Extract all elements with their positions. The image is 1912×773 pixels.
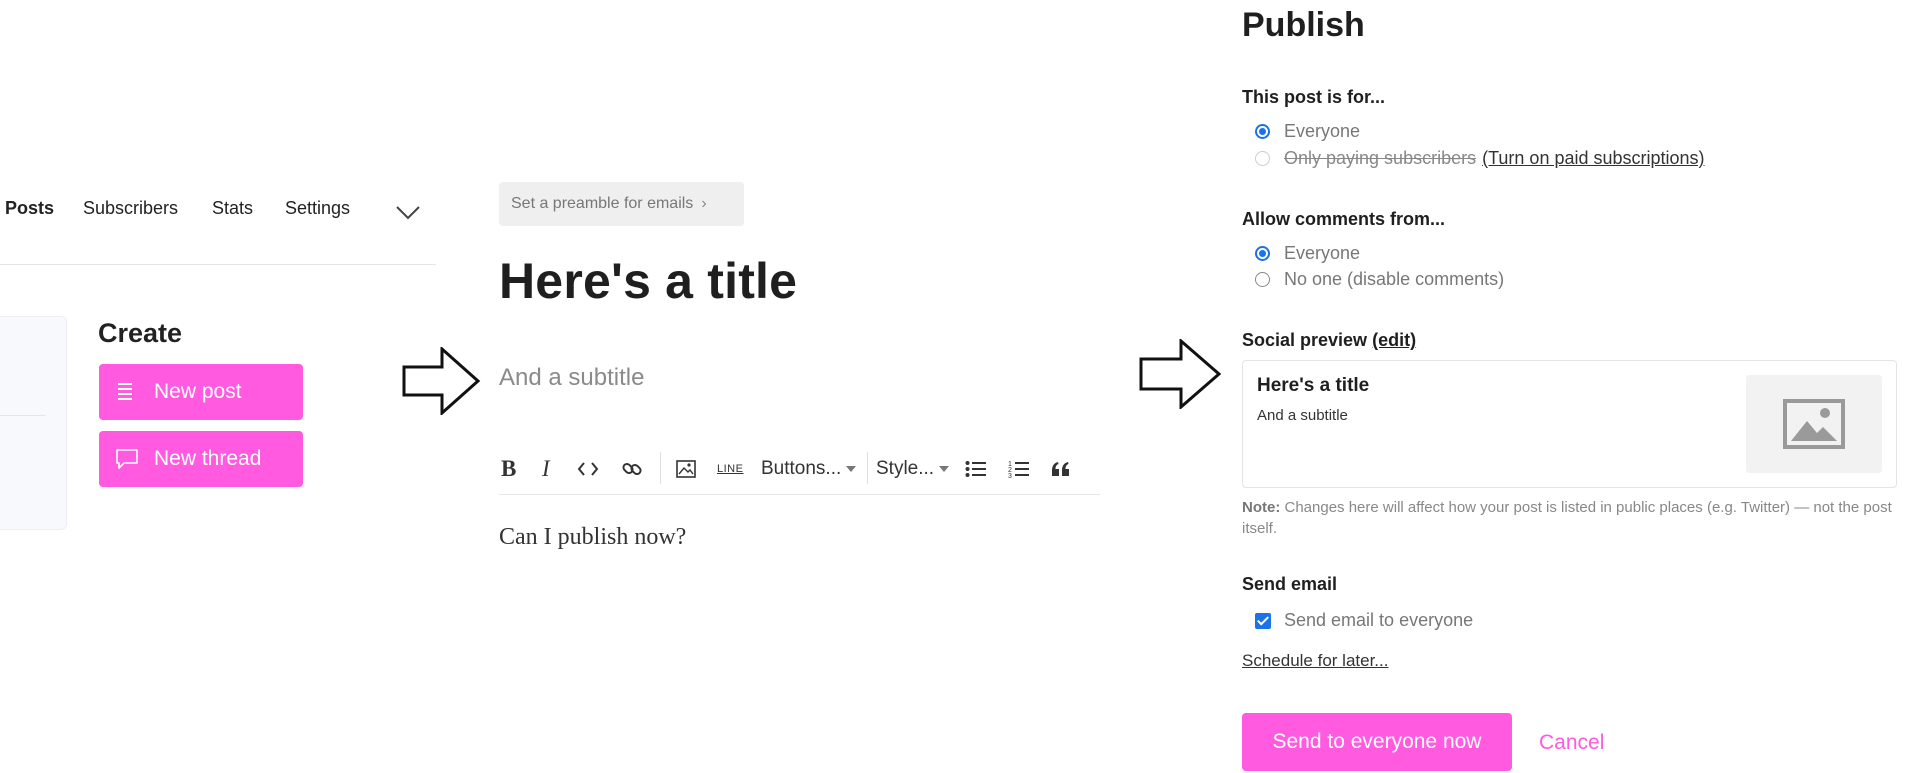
comments-none-label: No one (disable comments) — [1284, 269, 1505, 289]
italic-button[interactable]: I — [542, 452, 550, 486]
svg-text:3: 3 — [1008, 473, 1012, 479]
social-preview-label: Social preview (edit) — [1242, 330, 1416, 351]
new-thread-button[interactable]: New thread — [99, 431, 303, 487]
style-dropdown-label: Style... — [876, 458, 935, 479]
cancel-button[interactable]: Cancel — [1539, 731, 1604, 755]
note-text: Changes here will affect how your post i… — [1242, 499, 1892, 537]
send-email-option-label: Send email to everyone — [1284, 610, 1474, 630]
right-arrow-icon — [402, 347, 481, 415]
audience-everyone-label: Everyone — [1284, 121, 1361, 141]
buttons-dropdown-label: Buttons... — [761, 458, 842, 479]
social-preview-card-title: Here's a title — [1257, 375, 1370, 396]
new-thread-label: New thread — [154, 447, 262, 470]
schedule-later-link[interactable]: Schedule for later... — [1242, 651, 1388, 671]
social-preview-card-subtitle: And a subtitle — [1257, 407, 1348, 424]
toolbar-separator — [660, 452, 661, 484]
publish-heading: Publish — [1242, 6, 1365, 44]
editor-toolbar: B I LINE Buttons... Style... 1 2 3 — [499, 452, 1100, 495]
audience-everyone-radio[interactable]: Everyone — [1255, 121, 1360, 142]
bullet-list-icon[interactable] — [965, 460, 987, 478]
send-email-label: Send email — [1242, 574, 1338, 594]
social-preview-note: Note: Changes here will affect how your … — [1242, 497, 1902, 539]
toolbar-separator — [867, 452, 868, 484]
nav-tab-posts[interactable]: Posts — [5, 198, 54, 219]
chevron-right-icon: › — [701, 195, 707, 212]
post-subtitle-input[interactable]: And a subtitle — [499, 364, 644, 392]
audience-paid-label: Only paying subscribers — [1284, 148, 1477, 168]
blockquote-icon[interactable] — [1051, 461, 1071, 477]
social-preview-image — [1746, 375, 1882, 473]
nav-tab-settings[interactable]: Settings — [285, 198, 350, 219]
right-arrow-icon — [1139, 339, 1222, 409]
nav-tab-stats[interactable]: Stats — [212, 198, 253, 219]
code-icon[interactable] — [577, 460, 599, 478]
bold-button[interactable]: B — [501, 452, 516, 486]
social-preview-card: Here's a title And a subtitle — [1242, 360, 1897, 488]
comments-none-radio[interactable]: No one (disable comments) — [1255, 269, 1504, 290]
radio-selected[interactable] — [1255, 246, 1270, 261]
preamble-button[interactable]: Set a preamble for emails › — [499, 182, 744, 226]
turn-on-paid-link[interactable]: (Turn on paid subscriptions) — [1482, 148, 1704, 169]
post-title-input[interactable]: Here's a title — [499, 252, 797, 310]
new-post-button[interactable]: New post — [99, 364, 303, 420]
nav-tab-subscribers[interactable]: Subscribers — [83, 198, 178, 219]
radio-disabled — [1255, 151, 1270, 166]
audience-paid-radio: Only paying subscribers (Turn on paid su… — [1255, 148, 1705, 169]
social-preview-title: Social preview — [1242, 330, 1368, 350]
comments-everyone-label: Everyone — [1284, 243, 1361, 263]
chat-bubble-icon — [116, 449, 138, 469]
post-body[interactable]: Can I publish now? — [499, 524, 686, 551]
radio-unselected[interactable] — [1255, 272, 1270, 287]
chevron-down-icon[interactable] — [396, 206, 420, 220]
side-panel — [0, 316, 67, 530]
comments-everyone-radio[interactable]: Everyone — [1255, 243, 1360, 264]
style-dropdown[interactable]: Style... — [876, 452, 950, 486]
audience-label: This post is for... — [1242, 87, 1386, 107]
caret-down-icon — [846, 466, 857, 472]
create-heading: Create — [98, 318, 183, 348]
radio-selected[interactable] — [1255, 124, 1270, 139]
send-now-button[interactable]: Send to everyone now — [1242, 713, 1512, 771]
send-email-checkbox[interactable] — [1255, 612, 1271, 629]
nav-divider — [0, 264, 436, 265]
social-preview-edit-link[interactable]: (edit) — [1372, 330, 1416, 350]
caret-down-icon — [939, 466, 950, 472]
preamble-label: Set a preamble for emails — [511, 195, 694, 212]
buttons-dropdown[interactable]: Buttons... — [761, 452, 857, 486]
numbered-list-icon[interactable]: 1 2 3 — [1008, 459, 1030, 479]
list-icon — [118, 383, 132, 400]
send-email-checkbox-row[interactable]: Send email to everyone — [1255, 610, 1473, 631]
new-post-label: New post — [154, 380, 242, 403]
link-icon[interactable] — [621, 458, 643, 480]
image-placeholder-icon — [1783, 399, 1845, 449]
note-prefix: Note: — [1242, 499, 1281, 516]
comments-label: Allow comments from... — [1242, 209, 1446, 229]
image-icon[interactable] — [676, 460, 696, 478]
horizontal-line-button[interactable]: LINE — [717, 452, 743, 486]
